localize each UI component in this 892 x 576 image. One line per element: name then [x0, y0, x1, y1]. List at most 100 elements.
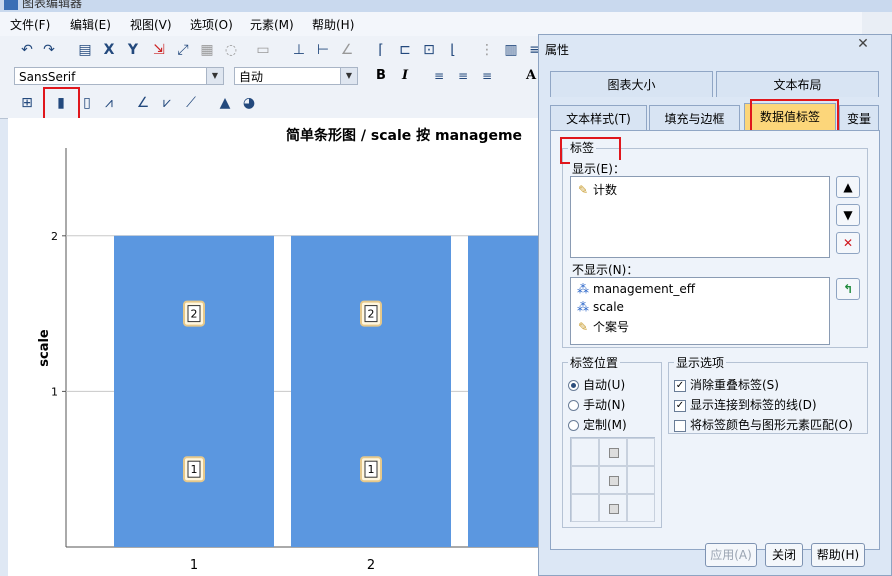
radio-manual[interactable]: 手动(N) — [568, 396, 625, 413]
tab-fill-border[interactable]: 填充与边框 — [649, 105, 740, 131]
align-right-icon[interactable]: ≡ — [478, 67, 496, 85]
footnote-icon[interactable]: ⌊ — [444, 41, 462, 59]
help-button[interactable]: 帮助(H) — [811, 543, 865, 567]
app-icon — [4, 0, 18, 10]
window-title: 图表编辑器 — [22, 0, 83, 10]
shown-list[interactable]: ✎ 计数 — [570, 176, 830, 258]
lasso-icon[interactable]: ◌ — [222, 41, 240, 59]
close-button[interactable]: 关闭 — [765, 543, 803, 567]
grid-cell — [627, 466, 655, 494]
move-to-shown-button[interactable]: ↰ — [836, 278, 860, 300]
panel-icon[interactable]: ▭ — [254, 41, 272, 59]
grid-marker — [609, 504, 619, 514]
frame-icon[interactable]: ▦ — [198, 41, 216, 59]
menu-options[interactable]: 选项(O) — [190, 16, 233, 33]
align-left-icon[interactable]: ≡ — [430, 67, 448, 85]
list-item[interactable]: ⁂ scale — [575, 300, 624, 314]
checkbox-empty — [674, 419, 686, 432]
font-select[interactable]: SansSerif ▼ — [14, 67, 224, 85]
size-value: 自动 — [239, 70, 264, 84]
delete-button[interactable]: ✕ — [836, 232, 860, 254]
shown-label: 显示(E)： — [570, 160, 627, 177]
line-chart-icon[interactable]: ⩘ — [100, 94, 118, 112]
scale-icon[interactable]: ⇲ — [150, 41, 168, 59]
tab-variables[interactable]: 变量 — [839, 105, 879, 131]
grid-lines-icon[interactable]: ▥ — [502, 41, 520, 59]
list-item-label: scale — [593, 300, 624, 314]
radio-label: 自动(U) — [583, 378, 626, 392]
size-select[interactable]: 自动 ▼ — [234, 67, 358, 85]
tab-text-style[interactable]: 文本样式(T) — [550, 105, 647, 131]
move-up-button[interactable]: ▲ — [836, 176, 860, 198]
nominal-icon: ⁂ — [577, 300, 589, 314]
dialog-title: 属性 — [545, 43, 570, 57]
italic-button[interactable]: I — [402, 68, 408, 83]
dropline-icon[interactable]: ⟋ — [182, 94, 200, 112]
radio-dot — [568, 420, 579, 431]
pie-chart-icon[interactable]: ◕ — [240, 94, 258, 112]
chart-title: 简单条形图 / scale 按 manageme — [286, 127, 522, 144]
radio-auto[interactable]: 自动(U) — [568, 376, 625, 393]
x-tick-label: 2 — [367, 558, 375, 573]
chart-canvas[interactable]: 简单条形图 / scale 按 manageme scale 2 1 1 2 1 2 2 1 — [8, 118, 542, 576]
transpose-icon[interactable]: ⤢ — [174, 41, 192, 59]
title-icon[interactable]: ⌈ — [372, 41, 390, 59]
scatter-icon[interactable]: ∠ — [134, 94, 152, 112]
bar[interactable] — [291, 235, 451, 548]
apply-button[interactable]: 应用(A) — [705, 543, 757, 567]
ruler-icon: ✎ — [577, 183, 589, 197]
annotation-icon[interactable]: ⊏ — [396, 41, 414, 59]
list-item[interactable]: ✎ 计数 — [575, 181, 617, 198]
radio-custom[interactable]: 定制(M) — [568, 416, 627, 433]
hidden-list[interactable]: ⁂ management_eff ⁂ scale ✎ 个案号 — [570, 277, 830, 345]
close-icon[interactable]: ✕ — [846, 35, 880, 53]
menu-help[interactable]: 帮助(H) — [312, 16, 354, 33]
check-leader-lines[interactable]: ✓ 显示连接到标签的线(D) — [674, 396, 817, 413]
grid-marker — [609, 476, 619, 486]
menu-view[interactable]: 视图(V) — [130, 16, 172, 33]
move-down-button[interactable]: ▼ — [836, 204, 860, 226]
y-axis-label: scale — [37, 329, 52, 367]
list-item-label: management_eff — [593, 282, 696, 296]
grid-icon[interactable]: ⋮ — [478, 41, 496, 59]
chevron-down-icon: ▼ — [206, 68, 223, 84]
grid-cell[interactable] — [599, 466, 627, 494]
list-item[interactable]: ⁂ management_eff — [575, 282, 695, 296]
data-label: 1 — [191, 463, 198, 476]
stacked-bar-icon[interactable]: ▯ — [78, 94, 96, 112]
bar[interactable] — [114, 235, 274, 548]
nominal-icon: ⁂ — [577, 282, 589, 296]
histogram-icon[interactable]: ▲ — [216, 94, 234, 112]
check-match-color[interactable]: 将标签颜色与图形元素匹配(O) — [674, 416, 853, 433]
menu-file[interactable]: 文件(F) — [10, 16, 50, 33]
refline-y-icon[interactable]: ⊥ — [290, 41, 308, 59]
fitline-icon[interactable]: ∠ — [338, 41, 356, 59]
refline-x-icon[interactable]: ⊢ — [314, 41, 332, 59]
grid-cell[interactable] — [599, 438, 627, 466]
textbox-icon[interactable]: ⊡ — [420, 41, 438, 59]
text-color-button[interactable]: A — [526, 68, 536, 83]
tab-text-layout[interactable]: 文本布局 — [716, 71, 879, 97]
undo-icon[interactable]: ↶ — [18, 41, 36, 59]
grid-cell[interactable] — [599, 494, 627, 522]
bar[interactable] — [468, 235, 542, 548]
tab-chart-size[interactable]: 图表大小 — [550, 71, 713, 97]
bold-button[interactable]: B — [376, 68, 386, 83]
area-chart-icon[interactable]: ⩗ — [158, 94, 176, 112]
check-remove-overlap[interactable]: ✓ 消除重叠标签(S) — [674, 376, 779, 393]
x-tick-label: 1 — [190, 558, 198, 573]
properties-icon[interactable]: ▤ — [76, 41, 94, 59]
check-label: 消除重叠标签(S) — [690, 378, 779, 392]
y-tick-label: 1 — [51, 385, 58, 398]
hidden-label: 不显示(N)： — [570, 261, 641, 278]
list-item[interactable]: ✎ 个案号 — [575, 318, 629, 335]
position-group-title: 标签位置 — [568, 354, 621, 371]
x-axis-icon[interactable]: X — [100, 41, 118, 59]
align-center-icon[interactable]: ≡ — [454, 67, 472, 85]
menu-edit[interactable]: 编辑(E) — [70, 16, 111, 33]
redo-icon[interactable]: ↷ — [40, 41, 58, 59]
y-axis-icon[interactable]: Y — [124, 41, 142, 59]
menu-elements[interactable]: 元素(M) — [250, 16, 294, 33]
position-grid — [570, 437, 655, 522]
chart-type-icon[interactable]: ⊞ — [18, 94, 36, 112]
